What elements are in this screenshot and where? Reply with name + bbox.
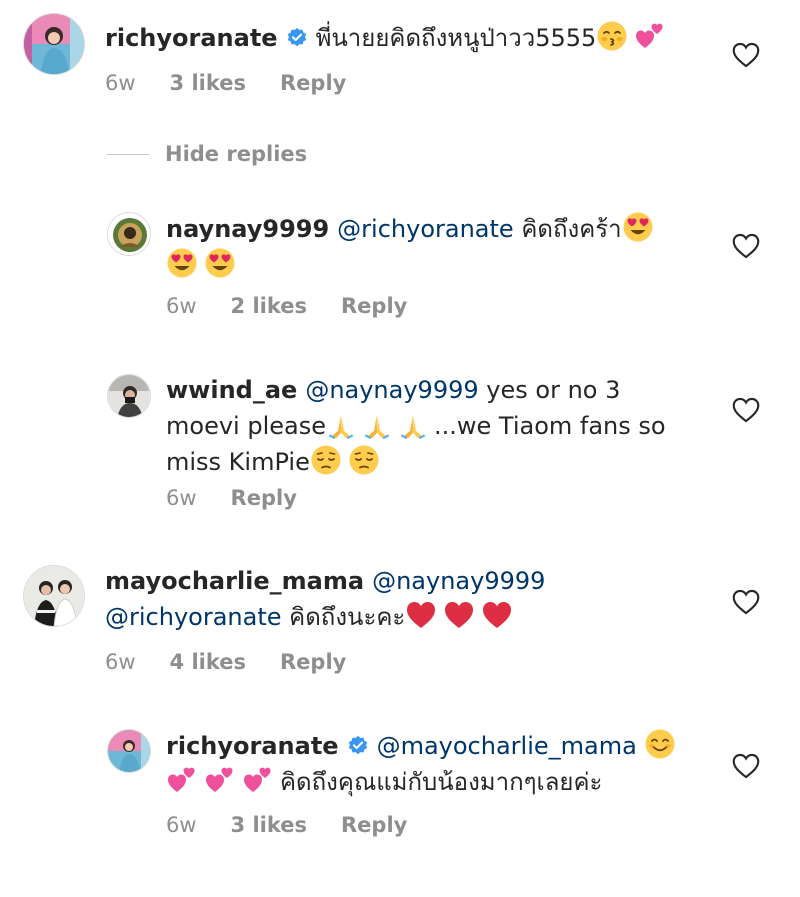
verified-badge-icon xyxy=(286,27,308,49)
mention-link[interactable]: @mayocharlie_mama xyxy=(377,732,637,760)
likes-count[interactable]: 3 likes xyxy=(170,71,246,95)
username[interactable]: wwind_ae xyxy=(166,376,297,404)
likes-count[interactable]: 4 likes xyxy=(170,650,246,674)
comment-text-line2-end: ...we Tiaom fans so xyxy=(433,412,666,440)
username[interactable]: richyoranate xyxy=(166,732,339,760)
comment-time[interactable]: 6w xyxy=(166,813,197,837)
comment-body: richyoranate @mayocharlie_mama คิดถึงคุณแ… xyxy=(166,728,726,800)
mention-link[interactable]: @naynay9999 xyxy=(372,567,545,595)
comment-meta: 6w 3 likes Reply xyxy=(166,813,407,837)
two-hearts-emoji xyxy=(242,764,274,796)
username[interactable]: richyoranate xyxy=(105,24,278,52)
avatar[interactable] xyxy=(107,729,151,773)
comment-body: richyoranate พี่นายยคิดถึงหนูป่าวว5555 xyxy=(105,20,715,56)
folded-hands-emoji xyxy=(398,410,428,440)
hide-replies-label[interactable]: Hide replies xyxy=(165,142,307,166)
heart-eyes-emoji xyxy=(622,211,654,243)
red-heart-emoji xyxy=(405,599,437,631)
comment-body: naynay9999 @richyoranate คิดถึงคร้า xyxy=(166,211,706,283)
two-hearts-emoji xyxy=(204,764,236,796)
mention-link[interactable]: @richyoranate xyxy=(105,603,282,631)
two-hearts-emoji xyxy=(634,20,666,52)
comment-text-line1: yes or no 3 xyxy=(486,376,621,404)
comment-text: คิดถึงนะคะ xyxy=(289,603,406,631)
divider xyxy=(107,153,149,155)
heart-outline-icon[interactable] xyxy=(732,42,760,68)
comment-time[interactable]: 6w xyxy=(105,650,136,674)
comment-meta: 6w 2 likes Reply xyxy=(166,294,407,318)
comment-meta: 6w Reply xyxy=(166,486,297,510)
heart-eyes-emoji xyxy=(166,247,198,279)
avatar[interactable] xyxy=(23,565,85,627)
comment-body: wwind_ae @naynay9999 yes or no 3 moevi ple… xyxy=(166,372,726,480)
reply-button[interactable]: Reply xyxy=(231,486,297,510)
username[interactable]: mayocharlie_mama xyxy=(105,567,364,595)
comment-text: พี่นายยคิดถึงหนูป่าวว5555 xyxy=(315,24,597,52)
heart-outline-icon[interactable] xyxy=(732,233,760,259)
username[interactable]: naynay9999 xyxy=(166,215,329,243)
avatar[interactable] xyxy=(23,13,85,75)
likes-count[interactable]: 3 likes xyxy=(231,813,307,837)
comment-body: mayocharlie_mama @naynay9999 @richyoranate… xyxy=(105,563,705,635)
comment-time[interactable]: 6w xyxy=(166,486,197,510)
pensive-face-emoji xyxy=(310,444,342,476)
comment-text: คิดถึงคร้า xyxy=(521,215,622,243)
folded-hands-emoji xyxy=(326,410,356,440)
verified-badge-icon xyxy=(347,735,369,757)
reply-button[interactable]: Reply xyxy=(280,650,346,674)
smiling-face-emoji xyxy=(644,728,676,760)
reply-button[interactable]: Reply xyxy=(341,813,407,837)
heart-outline-icon[interactable] xyxy=(732,589,760,615)
mention-link[interactable]: @naynay9999 xyxy=(305,376,478,404)
reply-button[interactable]: Reply xyxy=(280,71,346,95)
comment-text: คิดถึงคุณแม่กับน้องมากๆเลยค่ะ xyxy=(280,768,603,796)
kissing-face-emoji xyxy=(596,20,628,52)
comment-time[interactable]: 6w xyxy=(105,71,136,95)
comment-time[interactable]: 6w xyxy=(166,294,197,318)
reply-button[interactable]: Reply xyxy=(341,294,407,318)
heart-outline-icon[interactable] xyxy=(732,397,760,423)
mention-link[interactable]: @richyoranate xyxy=(337,215,514,243)
red-heart-emoji xyxy=(443,599,475,631)
hide-replies-toggle[interactable]: Hide replies xyxy=(107,140,307,168)
comment-meta: 6w 4 likes Reply xyxy=(105,650,346,674)
comment-meta: 6w 3 likes Reply xyxy=(105,71,346,95)
likes-count[interactable]: 2 likes xyxy=(231,294,307,318)
heart-outline-icon[interactable] xyxy=(732,753,760,779)
folded-hands-emoji xyxy=(362,410,392,440)
heart-eyes-emoji xyxy=(204,247,236,279)
two-hearts-emoji xyxy=(166,764,198,796)
comment-text-line3: miss KimPie xyxy=(166,448,310,476)
red-heart-emoji xyxy=(481,599,513,631)
avatar[interactable] xyxy=(107,374,151,418)
pensive-face-emoji xyxy=(348,444,380,476)
avatar[interactable] xyxy=(107,212,151,256)
comment-text-line2: moevi please xyxy=(166,412,326,440)
